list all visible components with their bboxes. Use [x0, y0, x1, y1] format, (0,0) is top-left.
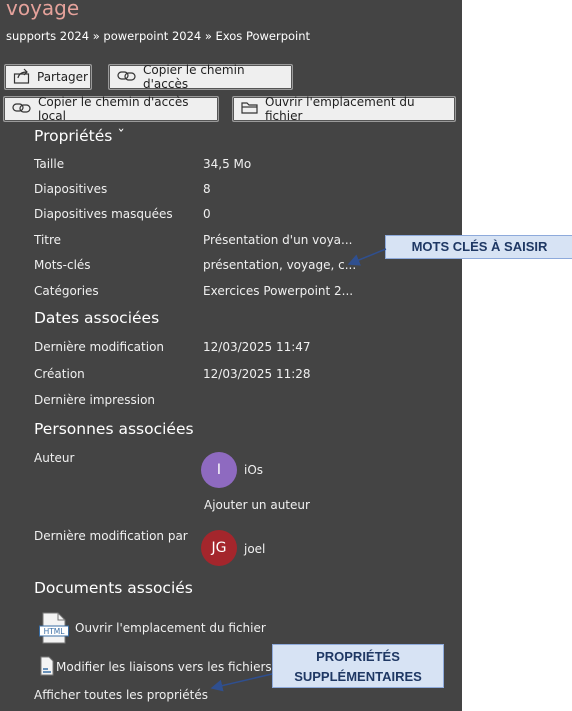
avatar[interactable]: I [201, 452, 237, 488]
property-value: 8 [203, 182, 211, 196]
copy-local-path-button[interactable]: Copier le chemin d'accès local [3, 95, 219, 123]
keywords-field[interactable]: présentation, voyage, c... [203, 258, 356, 272]
categories-field[interactable]: Exercices Powerpoint 2... [203, 284, 353, 298]
copy-path-button[interactable]: Copier le chemin d'accès [108, 63, 293, 91]
date-value: 12/03/2025 11:47 [203, 340, 311, 354]
property-row[interactable]: Catégories Exercices Powerpoint 2... [34, 284, 454, 302]
author-label: Auteur [34, 451, 75, 465]
property-value: 34,5 Mo [203, 157, 252, 171]
svg-text:HTML: HTML [44, 627, 66, 636]
modified-by-name[interactable]: joel [244, 542, 265, 556]
edit-links-icon [39, 656, 55, 680]
title-field[interactable]: Présentation d'un voya... [203, 233, 352, 247]
avatar-initials: JG [211, 540, 227, 556]
edit-links-link[interactable]: Modifier les liaisons vers les fichiers [56, 660, 272, 674]
copy-path-label: Copier le chemin d'accès [143, 63, 245, 91]
properties-heading[interactable]: Propriétés ˇ [34, 127, 125, 145]
property-key: Mots-clés [34, 258, 91, 272]
property-key: Taille [34, 157, 65, 171]
document-title: voyage [6, 0, 80, 20]
extra-properties-callout: PROPRIÉTÉS SUPPLÉMENTAIRES [272, 644, 444, 688]
share-button[interactable]: Partager [4, 64, 92, 90]
show-all-properties-link[interactable]: Afficher toutes les propriétés [34, 688, 208, 702]
properties-panel: voyage supports 2024 » powerpoint 2024 »… [0, 0, 462, 711]
people-heading: Personnes associées [34, 420, 194, 438]
copy-local-path-label: Copier le chemin d'accès local [38, 95, 189, 123]
dates-heading: Dates associées [34, 309, 160, 327]
date-key: Création [34, 367, 85, 381]
avatar[interactable]: JG [201, 530, 237, 566]
keywords-callout-text: MOTS CLÉS À SAISIR [411, 239, 548, 254]
property-key: Diapositives masquées [34, 207, 173, 221]
date-row: Création 12/03/2025 11:28 [34, 367, 454, 385]
link-icon [117, 69, 137, 86]
share-label: Partager [37, 70, 88, 84]
open-file-location-link[interactable]: Ouvrir l'emplacement du fichier [75, 621, 266, 635]
property-key: Catégories [34, 284, 99, 298]
property-row: Taille 34,5 Mo [34, 157, 454, 175]
property-value: 0 [203, 207, 211, 221]
keywords-callout: MOTS CLÉS À SAISIR [385, 235, 572, 259]
date-row: Dernière modification 12/03/2025 11:47 [34, 340, 454, 358]
date-value: 12/03/2025 11:28 [203, 367, 311, 381]
html-file-icon: HTML [39, 612, 69, 648]
link-icon [12, 101, 32, 118]
open-location-button[interactable]: Ouvrir l'emplacement du fichier [232, 95, 456, 123]
modified-by-label: Dernière modification par [34, 529, 188, 543]
documents-heading: Documents associés [34, 579, 193, 597]
author-name[interactable]: iOs [244, 463, 263, 477]
avatar-initial: I [216, 462, 222, 478]
property-key: Diapositives [34, 182, 108, 196]
callout-line: SUPPLÉMENTAIRES [294, 669, 422, 684]
property-row: Diapositives 8 [34, 182, 454, 200]
date-row: Dernière impression [34, 393, 454, 411]
folder-icon [241, 101, 259, 118]
share-icon [13, 68, 31, 87]
property-key: Titre [34, 233, 62, 247]
property-row[interactable]: Mots-clés présentation, voyage, c... [34, 258, 454, 276]
add-author-link[interactable]: Ajouter un auteur [204, 498, 310, 512]
open-location-label: Ouvrir l'emplacement du fichier [265, 95, 415, 123]
date-key: Dernière modification [34, 340, 165, 354]
date-key: Dernière impression [34, 393, 156, 407]
property-row: Diapositives masquées 0 [34, 207, 454, 225]
callout-line: PROPRIÉTÉS [316, 649, 400, 664]
breadcrumb[interactable]: supports 2024 » powerpoint 2024 » Exos P… [6, 29, 310, 43]
